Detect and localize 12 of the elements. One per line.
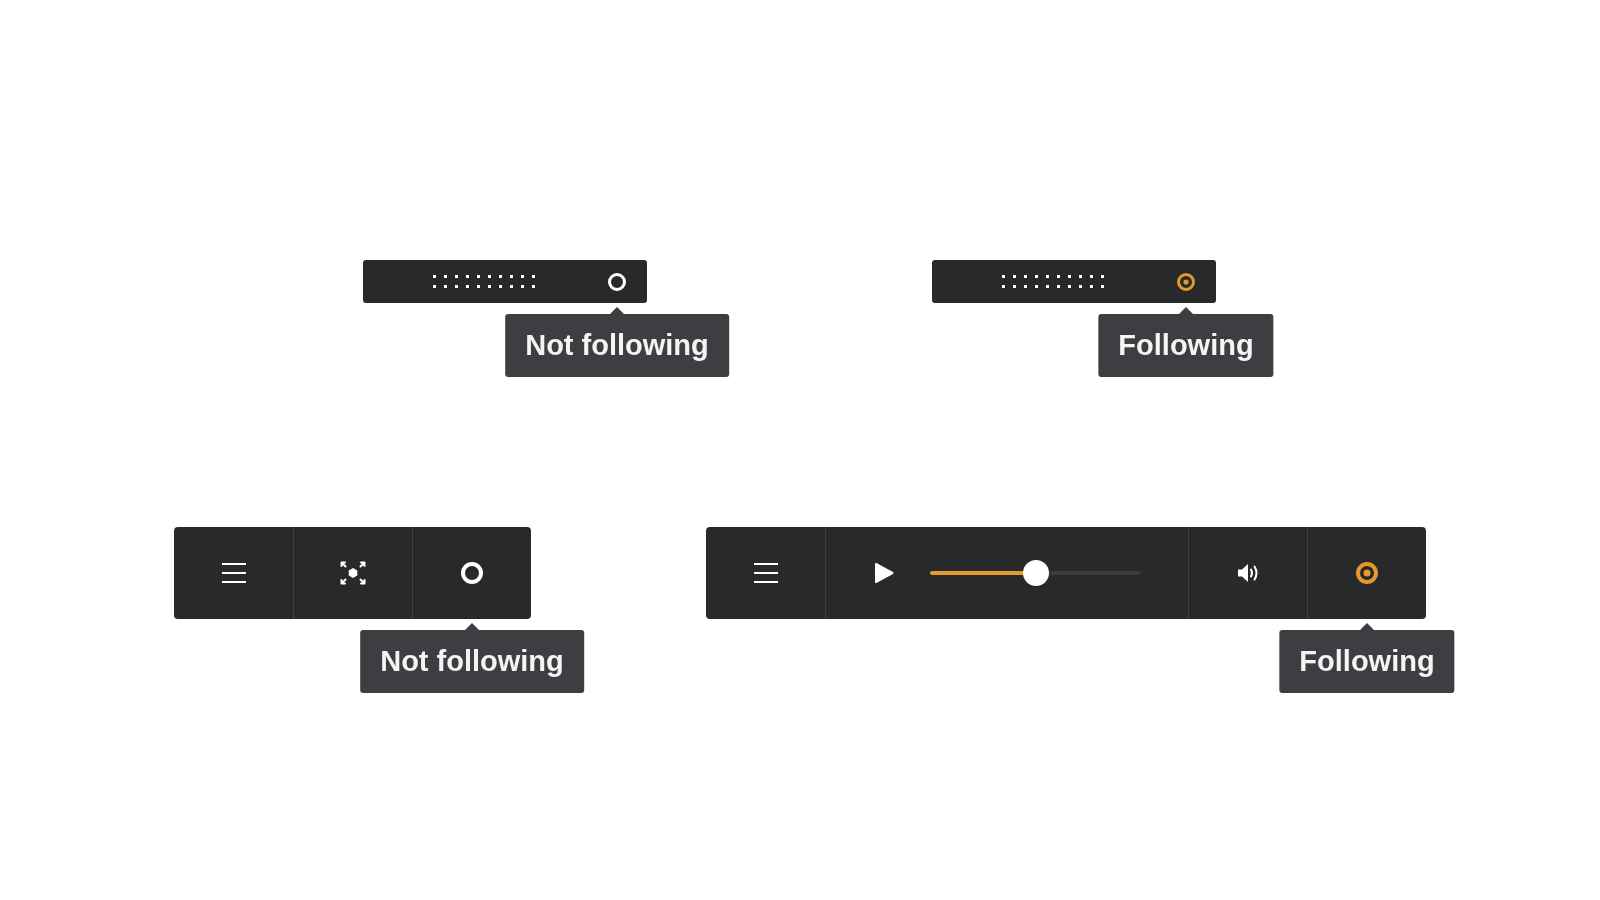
expand-arrows-icon (340, 561, 366, 585)
play-icon (874, 562, 894, 584)
tooltip: Following (1098, 307, 1274, 377)
tooltip: Following (1279, 623, 1455, 693)
grip-icon[interactable] (433, 275, 535, 288)
slider-thumb[interactable] (1022, 560, 1049, 586)
speaker-icon (1236, 563, 1260, 583)
tooltip: Not following (505, 307, 729, 377)
menu-icon (753, 563, 778, 583)
menu-icon (221, 563, 246, 583)
tooltip: Not following (360, 623, 584, 693)
grip-icon[interactable] (1002, 275, 1104, 288)
